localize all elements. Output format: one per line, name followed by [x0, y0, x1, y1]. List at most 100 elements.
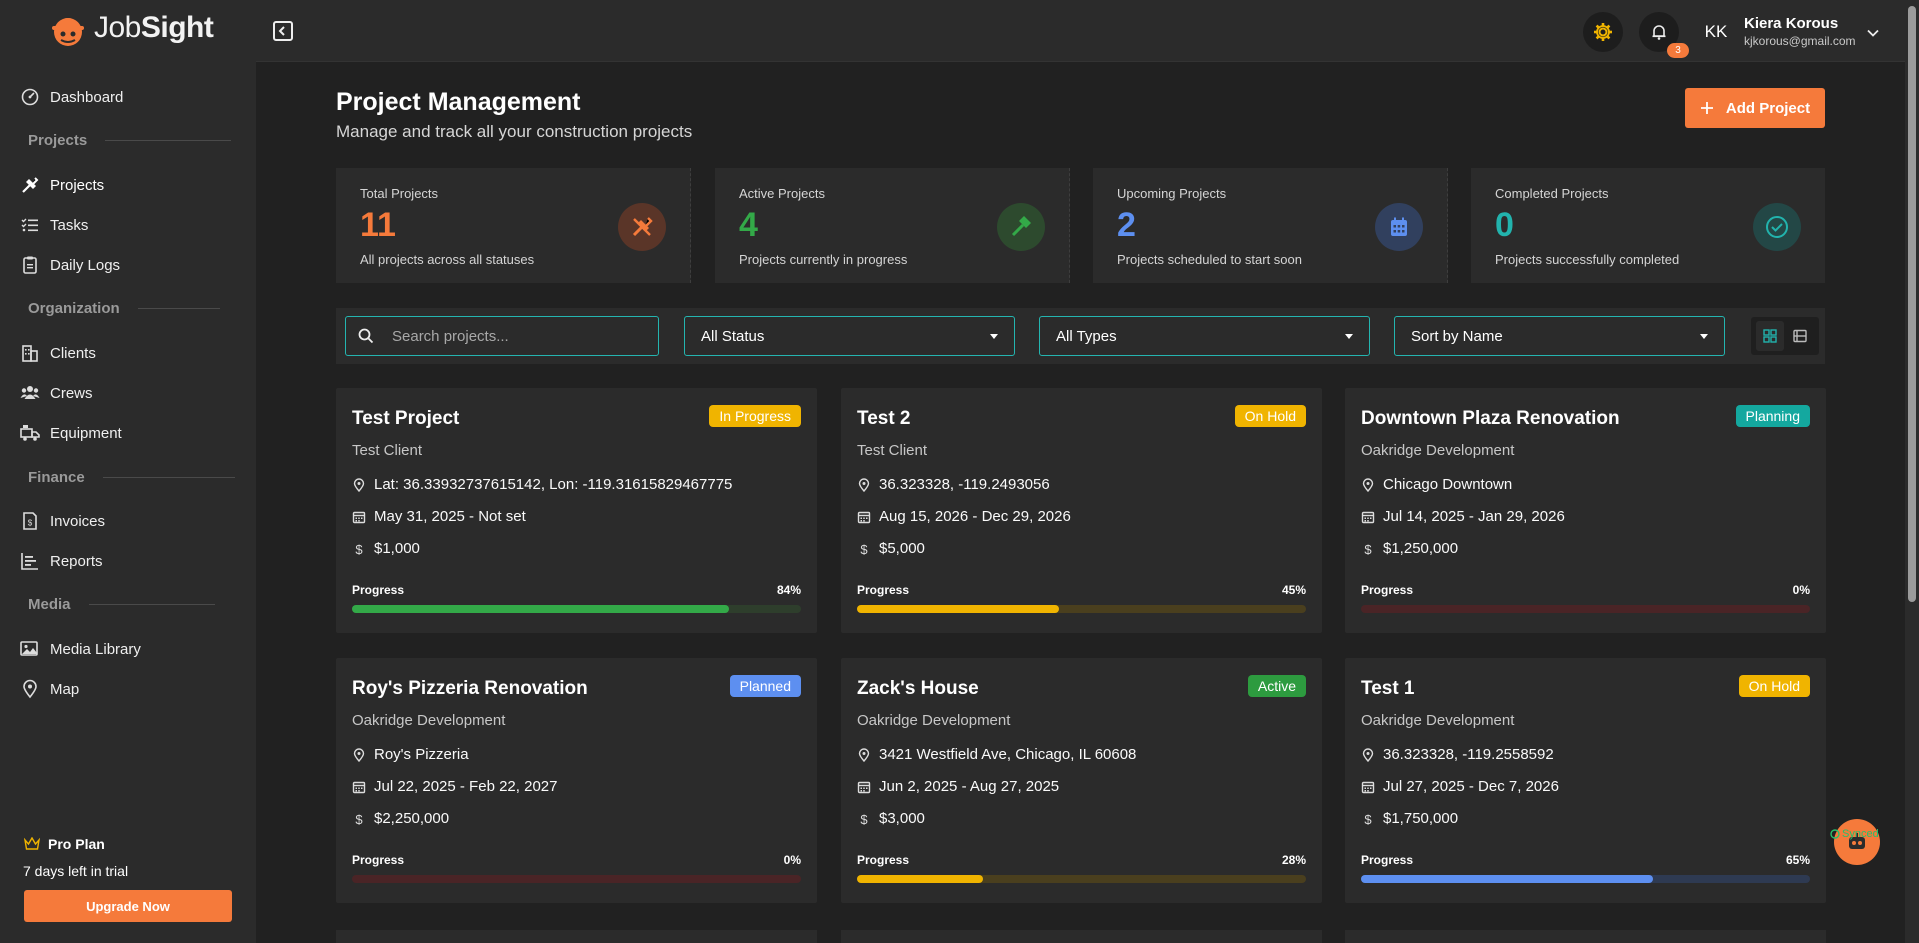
status-filter-select[interactable]: All Status	[684, 316, 1015, 356]
page-scrollbar[interactable]	[1905, 0, 1919, 943]
stat-upcoming-projects: Upcoming Projects 2 Projects scheduled t…	[1093, 168, 1448, 283]
project-client: Oakridge Development	[1361, 442, 1515, 459]
svg-text:$: $	[355, 542, 363, 556]
map-pin-icon	[1362, 747, 1374, 762]
svg-text:$: $	[28, 519, 33, 528]
pro-plan-panel: Pro Plan 7 days left in trial	[23, 836, 129, 879]
progress-percent: 84%	[776, 583, 801, 597]
project-card[interactable]: Test Project In Progress Test Client Lat…	[336, 388, 817, 633]
sync-icon	[1830, 829, 1840, 839]
notification-count-badge: 3	[1667, 43, 1689, 58]
project-dates: Aug 15, 2026 - Dec 29, 2026	[857, 508, 1071, 525]
section-finance: Finance	[28, 469, 235, 486]
status-badge: Planning	[1735, 405, 1810, 427]
sidebar-item-dashboard[interactable]: Dashboard	[20, 85, 123, 109]
search-box[interactable]	[345, 316, 659, 356]
project-card[interactable]: Downtown Plaza Renovation Planning Oakri…	[1345, 388, 1826, 633]
project-client: Test Client	[857, 442, 928, 459]
sidebar-item-crews[interactable]: Crews	[20, 381, 93, 405]
svg-text:$: $	[355, 812, 363, 826]
sidebar-item-equipment[interactable]: Equipment	[20, 421, 122, 445]
search-input[interactable]	[392, 327, 652, 345]
project-card[interactable]: Roy's Pizzeria Renovation Planned Oakrid…	[336, 658, 817, 903]
sidebar-item-tasks[interactable]: Tasks	[20, 213, 88, 237]
project-client: Oakridge Development	[352, 712, 506, 729]
sidebar-item-daily-logs[interactable]: Daily Logs	[20, 253, 120, 277]
progress-percent: 0%	[1792, 583, 1810, 597]
sidebar-item-reports[interactable]: Reports	[20, 549, 103, 573]
project-card[interactable]: Test 2 On Hold Test Client 36.323328, -1…	[841, 388, 1322, 633]
map-pin-icon	[353, 747, 365, 762]
dashboard-icon	[21, 88, 39, 106]
user-name[interactable]: Kiera Korous	[1744, 15, 1838, 32]
settings-button[interactable]	[1583, 12, 1623, 52]
tasks-icon	[21, 218, 38, 232]
project-budget: $ $1,750,000	[1361, 810, 1458, 827]
project-location: Lat: 36.33932737615142, Lon: -119.316158…	[352, 476, 732, 493]
project-card-partial	[841, 930, 1322, 943]
calendar-icon	[857, 781, 871, 793]
upgrade-now-button[interactable]: Upgrade Now	[24, 890, 232, 922]
plus-icon	[1700, 102, 1713, 114]
project-budget: $ $1,250,000	[1361, 540, 1458, 557]
calendar-icon	[1361, 781, 1375, 793]
grid-view-button[interactable]	[1756, 321, 1784, 351]
status-badge: On Hold	[1738, 675, 1810, 697]
sidebar-item-clients[interactable]: Clients	[20, 341, 96, 365]
project-card[interactable]: Zack's House Active Oakridge Development…	[841, 658, 1322, 903]
svg-text:$: $	[860, 542, 868, 556]
add-project-button[interactable]: Add Project	[1685, 88, 1825, 128]
sidebar-item-media-library[interactable]: Media Library	[20, 637, 141, 661]
sidebar-item-projects[interactable]: Projects	[20, 173, 104, 197]
status-badge: Planned	[729, 675, 801, 697]
map-pin-icon	[858, 477, 870, 492]
map-pin-icon	[353, 477, 365, 492]
trial-remaining: 7 days left in trial	[23, 863, 129, 879]
progress-bar	[1361, 605, 1810, 613]
progress-label: Progress	[352, 853, 405, 867]
assistant-chat-button[interactable]	[1834, 819, 1880, 865]
collapse-sidebar-icon[interactable]	[272, 20, 294, 42]
sidebar: JobSight Dashboard Projects Projects Tas…	[0, 0, 256, 943]
tools-icon	[22, 177, 39, 193]
users-icon	[20, 386, 40, 399]
stat-completed-projects: Completed Projects 0 Projects successful…	[1471, 168, 1825, 283]
project-location: Chicago Downtown	[1361, 476, 1512, 493]
check-circle-icon	[1753, 203, 1801, 251]
filter-bar: All Status All Types Sort by Name	[336, 308, 1825, 364]
avatar[interactable]: KK	[1696, 14, 1736, 50]
user-email: kjkorous@gmail.com	[1744, 34, 1856, 48]
status-badge: On Hold	[1234, 405, 1306, 427]
hardhat-logo-icon	[52, 18, 84, 46]
section-organization: Organization	[28, 300, 220, 317]
map-pin-icon	[1362, 477, 1374, 492]
grid-icon	[1763, 329, 1777, 343]
chevron-down-icon[interactable]	[1866, 26, 1880, 40]
sidebar-item-invoices[interactable]: $ Invoices	[20, 509, 105, 533]
gear-icon	[1594, 23, 1612, 41]
calendar-icon	[857, 511, 871, 523]
project-dates: Jun 2, 2025 - Aug 27, 2025	[857, 778, 1059, 795]
calendar-icon	[1361, 511, 1375, 523]
sort-select[interactable]: Sort by Name	[1394, 316, 1725, 356]
tools-icon	[618, 203, 666, 251]
brand-logo[interactable]: JobSight	[46, 6, 214, 50]
progress-percent: 0%	[783, 853, 801, 867]
project-client: Oakridge Development	[1361, 712, 1515, 729]
progress-label: Progress	[857, 583, 910, 597]
project-dates: May 31, 2025 - Not set	[352, 508, 526, 525]
list-icon	[1793, 329, 1807, 343]
project-card[interactable]: Test 1 On Hold Oakridge Development 36.3…	[1345, 658, 1826, 903]
project-client: Oakridge Development	[857, 712, 1011, 729]
progress-bar	[352, 875, 801, 883]
list-view-button[interactable]	[1786, 321, 1814, 351]
project-title: Test 2	[857, 408, 911, 429]
section-media: Media	[28, 596, 215, 613]
truck-icon	[20, 425, 40, 441]
type-filter-select[interactable]: All Types	[1039, 316, 1370, 356]
scrollbar-thumb[interactable]	[1908, 6, 1916, 602]
dollar-icon: $	[355, 542, 363, 556]
search-icon	[358, 328, 374, 344]
sidebar-item-map[interactable]: Map	[20, 677, 79, 701]
progress-percent: 28%	[1281, 853, 1306, 867]
